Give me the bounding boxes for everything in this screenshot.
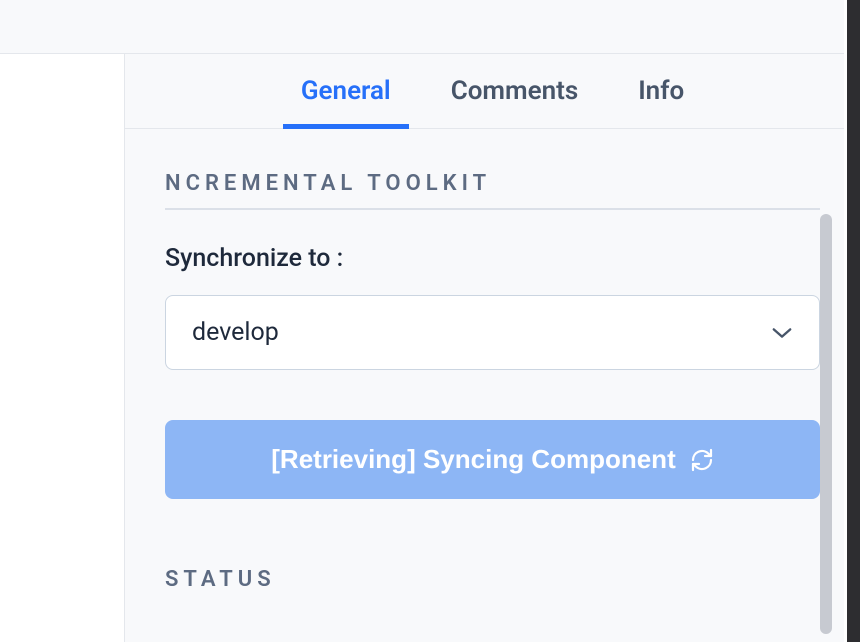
sync-button-label: [Retrieving] Syncing Component: [271, 444, 675, 475]
branch-select[interactable]: develop: [165, 295, 820, 370]
sync-icon: [690, 448, 714, 472]
synchronize-label: Synchronize to :: [165, 244, 820, 273]
main-area: General Comments Info NCREMENTAL TOOLKIT…: [0, 54, 860, 642]
panel-content: NCREMENTAL TOOLKIT Synchronize to : deve…: [125, 129, 860, 642]
detail-panel: General Comments Info NCREMENTAL TOOLKIT…: [125, 54, 860, 642]
status-section-title: STATUS: [165, 567, 820, 592]
branch-select-value: develop: [192, 318, 279, 347]
toolkit-section-title: NCREMENTAL TOOLKIT: [165, 171, 820, 210]
tab-comments[interactable]: Comments: [451, 76, 579, 128]
tab-info[interactable]: Info: [638, 76, 684, 128]
right-scrollbar[interactable]: [820, 214, 832, 634]
chevron-down-icon: [771, 326, 793, 340]
sync-button[interactable]: [Retrieving] Syncing Component: [165, 420, 820, 499]
tab-general[interactable]: General: [301, 76, 391, 128]
tabs-container: General Comments Info: [125, 54, 860, 129]
window-edge: [844, 0, 860, 642]
left-sidebar: [0, 54, 125, 642]
top-bar: [0, 0, 860, 54]
